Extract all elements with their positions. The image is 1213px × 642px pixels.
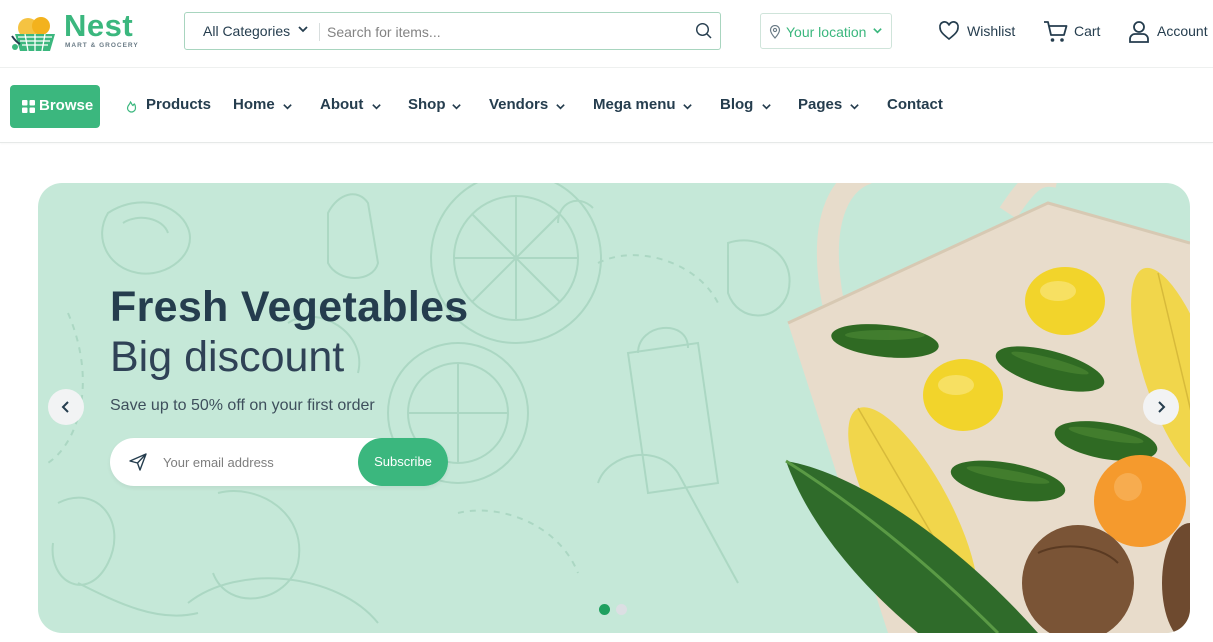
hero-slider: Fresh Vegetables Big discount Save up to… — [38, 183, 1190, 633]
chevron-right-icon — [1158, 401, 1166, 413]
chevron-down-icon — [283, 104, 292, 110]
search-input[interactable] — [327, 21, 677, 43]
location-label: Your location — [786, 24, 867, 40]
chevron-down-icon — [452, 104, 461, 110]
map-pin-icon — [769, 25, 781, 39]
nav-item-pages[interactable]: Pages — [798, 96, 868, 116]
header-top-bar: Nest MART & GROCERY All Categories Your … — [0, 0, 1213, 68]
newsletter-form: Subscribe — [110, 438, 448, 486]
cart-link[interactable]: Cart — [1043, 20, 1103, 44]
hero-title: Fresh Vegetables — [110, 283, 469, 331]
subscribe-button[interactable]: Subscribe — [358, 438, 448, 486]
nav-item-label: Shop — [408, 96, 446, 113]
grid-icon — [22, 100, 35, 113]
chevron-down-icon — [850, 104, 859, 110]
nav-item-label: Pages — [798, 96, 843, 113]
location-select[interactable]: Your location — [760, 13, 892, 49]
nav-item-blog[interactable]: Blog — [720, 96, 780, 116]
chevron-down-icon — [372, 104, 381, 110]
account-label: Account — [1157, 23, 1208, 39]
chevron-left-icon — [61, 401, 69, 413]
main-nav: Browse Products Home About Shop Vendors … — [0, 68, 1213, 143]
search-divider — [319, 23, 320, 41]
slider-prev-button[interactable] — [48, 389, 84, 425]
flame-icon — [126, 101, 137, 113]
hero-description: Save up to 50% off on your first order — [110, 397, 375, 414]
search-icon[interactable] — [695, 22, 713, 40]
logo[interactable]: Nest MART & GROCERY — [10, 8, 145, 54]
chevron-down-icon — [873, 28, 882, 34]
browse-label: Browse — [39, 97, 94, 114]
chevron-down-icon — [762, 104, 771, 110]
chevron-down-icon — [556, 104, 565, 110]
browse-categories-button[interactable]: Browse — [10, 85, 100, 128]
brand-name: Nest — [64, 8, 134, 43]
nav-item-home[interactable]: Home — [233, 96, 303, 116]
logo-basket-icon — [11, 17, 55, 52]
slider-next-button[interactable] — [1143, 389, 1179, 425]
nav-item-label: Products — [146, 96, 212, 113]
nav-item-label: Home — [233, 96, 275, 113]
nav-item-label: Mega menu — [593, 96, 676, 113]
nav-item-vendors[interactable]: Vendors — [489, 96, 574, 116]
chevron-down-icon — [683, 104, 692, 110]
nav-item-contact[interactable]: Contact — [887, 96, 947, 116]
brand-tagline: MART & GROCERY — [65, 42, 139, 49]
wishlist-label: Wishlist — [967, 23, 1016, 39]
email-field[interactable] — [163, 452, 343, 472]
user-icon — [1129, 21, 1149, 43]
wishlist-link[interactable]: Wishlist — [938, 20, 1018, 44]
slider-dot[interactable] — [616, 604, 627, 615]
send-icon — [129, 453, 147, 471]
chevron-down-icon[interactable] — [297, 23, 309, 35]
hero-subtitle-heading: Big discount — [110, 333, 345, 381]
nav-item-products[interactable]: Products — [126, 96, 216, 116]
cart-label: Cart — [1074, 23, 1101, 39]
nav-item-label: Blog — [720, 96, 754, 113]
search-bar: All Categories — [184, 12, 721, 50]
nav-item-label: About — [320, 96, 364, 113]
account-link[interactable]: Account — [1128, 20, 1213, 44]
nav-item-mega-menu[interactable]: Mega menu — [593, 96, 703, 116]
category-select[interactable]: All Categories — [203, 23, 290, 39]
nav-item-shop[interactable]: Shop — [408, 96, 478, 116]
cart-icon — [1044, 21, 1068, 42]
hero-product-image — [785, 183, 1190, 633]
nav-item-label: Vendors — [489, 96, 549, 113]
nav-item-about[interactable]: About — [320, 96, 390, 116]
slider-dot-active[interactable] — [599, 604, 610, 615]
nav-item-label: Contact — [887, 96, 943, 113]
heart-icon — [939, 21, 959, 41]
